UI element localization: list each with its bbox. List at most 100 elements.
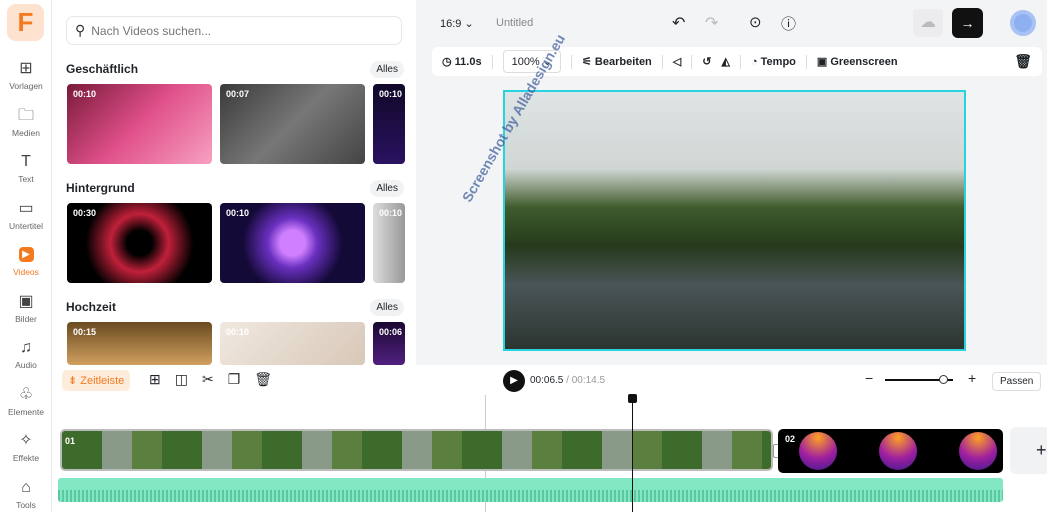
duration-badge: 00:06 bbox=[379, 327, 403, 337]
play-button[interactable]: ▶ bbox=[503, 370, 525, 392]
video-thumbnail[interactable]: 00:15 bbox=[67, 322, 212, 365]
slider-knob[interactable] bbox=[938, 375, 948, 384]
video-thumbnail[interactable]: 00:10 bbox=[373, 84, 405, 164]
sidebar-item-untertitel[interactable]: ▭ Untertitel bbox=[0, 200, 52, 231]
sidebar: F ⊞ Vorlagen 🗀 Medien T Text ▭ Untertitel ▶ Video… bbox=[0, 0, 52, 512]
sidebar-item-label: Elemente bbox=[8, 406, 44, 417]
duration-value: 11.0s bbox=[454, 56, 482, 68]
aspect-ratio-value: 16:9 bbox=[440, 18, 462, 30]
duration-badge: 00:10 bbox=[226, 208, 250, 218]
video-clip-1[interactable]: 01 bbox=[60, 429, 773, 471]
video-preview-canvas[interactable] bbox=[503, 90, 966, 351]
video-thumbnail[interactable]: 00:07 bbox=[220, 84, 365, 164]
add-clip-icon[interactable]: ⊞ bbox=[149, 371, 161, 388]
see-all-button[interactable]: Alles bbox=[370, 180, 404, 197]
video-library-panel: ⚲ Geschäftlich Alles 00:10 00:07 00:10 Hinter… bbox=[52, 0, 416, 365]
sidebar-item-audio[interactable]: ♫ Audio bbox=[0, 339, 52, 370]
search-icon: ⚲ bbox=[75, 22, 86, 38]
see-all-button[interactable]: Alles bbox=[370, 61, 404, 78]
help-icon[interactable]: ⓘ bbox=[781, 13, 796, 34]
fit-button[interactable]: Passen bbox=[992, 372, 1042, 391]
rotate-icon[interactable]: ↺ bbox=[702, 55, 711, 68]
clip-number: 02 bbox=[785, 434, 796, 444]
undo-icon[interactable]: ↶ bbox=[672, 13, 685, 33]
greenscreen-label: Greenscreen bbox=[830, 56, 898, 68]
playhead-handle[interactable] bbox=[628, 394, 637, 403]
video-icon: ▶ bbox=[18, 247, 34, 262]
clip-frame bbox=[879, 432, 917, 470]
layout-icon: ⊞ bbox=[19, 60, 33, 77]
greenscreen-button[interactable]: ▣ Greenscreen bbox=[817, 55, 898, 68]
edit-label: Bearbeiten bbox=[594, 56, 652, 68]
duration-button[interactable]: ◷ 11.0s bbox=[442, 55, 482, 68]
category-title: Hintergrund bbox=[66, 181, 135, 195]
zoom-in-icon[interactable]: + bbox=[968, 370, 976, 386]
video-clip-2[interactable]: 02 bbox=[778, 429, 1003, 473]
timeline-tab[interactable]: ⇟ Zeitleiste bbox=[62, 370, 131, 391]
cloud-save-icon[interactable]: ☁ bbox=[913, 9, 943, 37]
sidebar-item-label: Vorlagen bbox=[9, 81, 43, 91]
duration-badge: 00:10 bbox=[73, 89, 97, 99]
see-all-button[interactable]: Alles bbox=[370, 299, 404, 316]
search-box[interactable]: ⚲ bbox=[66, 16, 402, 45]
image-icon: ▣ bbox=[18, 292, 34, 310]
video-thumbnail[interactable]: 00:10 bbox=[373, 203, 405, 283]
sidebar-item-label: Tools bbox=[16, 499, 36, 510]
clip-frame bbox=[959, 432, 997, 470]
video-thumbnail[interactable]: 00:30 bbox=[67, 203, 212, 283]
text-icon: T bbox=[21, 153, 31, 170]
scissors-icon[interactable]: ✂ bbox=[202, 371, 214, 388]
aspect-ratio-dropdown[interactable]: 16:9 ⌄ bbox=[440, 17, 474, 30]
sidebar-item-label: Bilder bbox=[15, 313, 37, 324]
edit-button[interactable]: ⚟ Bearbeiten bbox=[582, 55, 652, 68]
sidebar-item-label: Videos bbox=[13, 267, 39, 277]
current-time: 00:06.5 bbox=[530, 375, 564, 386]
sparkle-icon: ✧ bbox=[19, 432, 33, 449]
delete-icon[interactable]: 🗑 bbox=[1014, 53, 1032, 70]
project-title[interactable]: Untitled bbox=[496, 17, 533, 29]
sidebar-item-vorlagen[interactable]: ⊞ Vorlagen bbox=[0, 60, 52, 91]
sidebar-item-videos[interactable]: ▶ Videos bbox=[0, 246, 52, 277]
app-logo[interactable]: F bbox=[7, 4, 44, 41]
sidebar-item-medien[interactable]: 🗀 Medien bbox=[0, 107, 52, 138]
sidebar-item-text[interactable]: T Text bbox=[0, 153, 52, 184]
sidebar-item-elemente[interactable]: ♧ Elemente bbox=[0, 386, 52, 417]
duration-badge: 00:07 bbox=[226, 89, 250, 99]
redo-icon[interactable]: ↷ bbox=[705, 13, 718, 33]
export-arrow-button[interactable]: → bbox=[952, 8, 983, 38]
search-input[interactable] bbox=[91, 23, 392, 38]
trash-icon[interactable]: 🗑 bbox=[254, 371, 272, 388]
video-thumbnail[interactable]: 00:10 bbox=[220, 322, 365, 365]
video-thumbnail[interactable]: 00:10 bbox=[67, 84, 212, 164]
avatar[interactable] bbox=[1010, 10, 1036, 36]
toolbox-icon: ⌂ bbox=[21, 478, 31, 496]
sidebar-item-bilder[interactable]: ▣ Bilder bbox=[0, 293, 52, 324]
total-time: / 00:14.5 bbox=[566, 375, 606, 386]
clip-frame bbox=[799, 432, 837, 470]
add-track-button[interactable]: + bbox=[1010, 427, 1047, 474]
shapes-icon: ♧ bbox=[18, 385, 34, 403]
sidebar-item-label: Medien bbox=[12, 127, 40, 138]
audio-track[interactable] bbox=[58, 478, 1003, 502]
sidebar-item-label: Effekte bbox=[12, 453, 40, 463]
timeline-zoom-slider[interactable] bbox=[885, 375, 953, 384]
split-icon[interactable]: ◫ bbox=[175, 371, 188, 388]
flip-icon[interactable]: ◭ bbox=[721, 55, 729, 68]
category-title: Hochzeit bbox=[66, 300, 117, 314]
speed-button[interactable]: ◔ Tempo bbox=[751, 56, 796, 68]
video-thumbnail[interactable]: 00:06 bbox=[373, 322, 405, 365]
video-thumbnail[interactable]: 00:10 bbox=[220, 203, 365, 283]
volume-icon[interactable]: ◁ bbox=[673, 55, 681, 68]
duration-badge: 00:10 bbox=[379, 89, 403, 99]
duplicate-icon[interactable]: ❐ bbox=[228, 371, 241, 388]
top-bar: 16:9 ⌄ Untitled ↶ ↷ ⊙ ⓘ ☁ → bbox=[416, 0, 1047, 45]
screen-record-icon[interactable]: ⊙ bbox=[749, 13, 762, 31]
sidebar-item-effekte[interactable]: ✧ Effekte bbox=[0, 432, 52, 463]
duration-badge: 00:30 bbox=[73, 208, 97, 218]
speed-label: Tempo bbox=[760, 55, 796, 68]
clip-toolbar: ◷ 11.0s 100% ⌄ ⚟ Bearbeiten ◁ ↺ ◭ ◔ Temp… bbox=[432, 47, 1042, 76]
zoom-out-icon[interactable]: − bbox=[865, 370, 873, 386]
sidebar-item-label: Text bbox=[18, 174, 34, 184]
sidebar-item-tools[interactable]: ⌂ Tools bbox=[0, 479, 52, 510]
playhead[interactable] bbox=[628, 394, 637, 512]
